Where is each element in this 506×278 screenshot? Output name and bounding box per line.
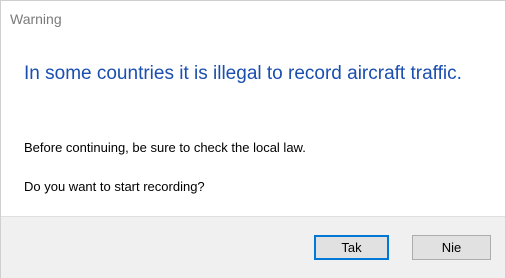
title-bar[interactable]: Warning: [1, 1, 505, 39]
yes-button[interactable]: Tak: [314, 235, 389, 260]
dialog-title: Warning: [10, 11, 62, 27]
main-instruction: In some countries it is illegal to recor…: [24, 63, 462, 84]
warning-dialog: Warning In some countries it is illegal …: [0, 0, 506, 278]
button-area: Tak Nie: [1, 216, 505, 278]
content-text-question: Do you want to start recording?: [24, 179, 205, 194]
no-button[interactable]: Nie: [412, 235, 491, 260]
content-text-law-check: Before continuing, be sure to check the …: [24, 140, 306, 155]
